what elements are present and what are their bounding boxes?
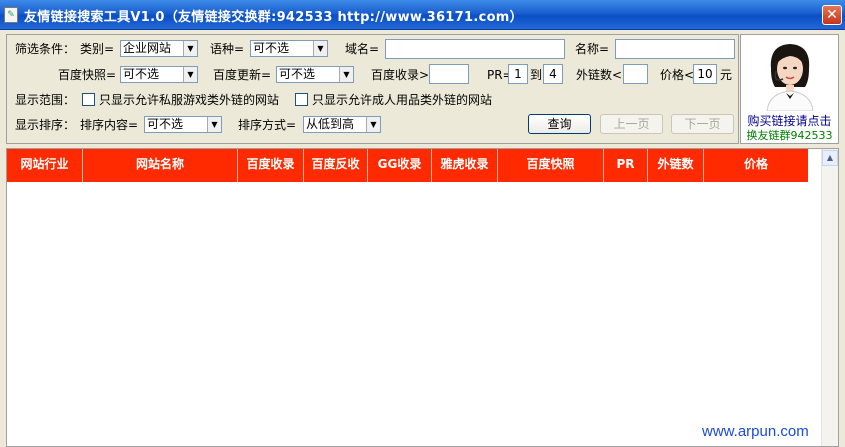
title-bar: ✎ 友情链接搜索工具V1.0（友情链接交换群:942533 http://www… [0,0,845,30]
results-table[interactable]: 网站行业 网站名称 百度收录 百度反收 GG收录 雅虎收录 百度快照 PR 外链… [6,148,839,447]
query-button[interactable]: 查询 [528,114,591,134]
column-header[interactable]: 雅虎收录 [432,149,498,182]
column-header[interactable]: 网站名称 [83,149,238,182]
next-page-button[interactable]: 下一页 [671,114,734,134]
price-unit-label: 元 [720,68,733,82]
snapshot-select-value: 可不选 [123,67,160,81]
price-input[interactable]: 10 [693,64,717,84]
pr-min-input[interactable]: 1 [508,64,528,84]
update-select-value: 可不选 [279,67,316,81]
language-select-value: 可不选 [253,41,290,55]
chevron-down-icon: ▼ [207,117,221,132]
chevron-down-icon: ▼ [313,41,327,56]
column-header[interactable]: GG收录 [368,149,432,182]
price-label: 价格< [660,68,695,82]
sort-content-select[interactable]: 可不选 ▼ [144,116,222,133]
support-agent-avatar [766,44,814,111]
promo-group-text: 换友链群942533 [746,129,833,142]
watermark-text: www.arpun.com [702,423,809,440]
chevron-down-icon: ▼ [183,41,197,56]
chevron-down-icon: ▼ [183,67,197,82]
column-header[interactable]: 网站行业 [7,149,83,182]
scope-label: 显示范围： [15,93,76,107]
name-label: 名称= [575,42,610,56]
domain-label: 域名= [345,42,380,56]
column-header[interactable]: 百度反收 [304,149,368,182]
window-title: 友情链接搜索工具V1.0（友情链接交换群:942533 http://www.3… [24,10,523,25]
table-header: 网站行业 网站名称 百度收录 百度反收 GG收录 雅虎收录 百度快照 PR 外链… [7,149,808,182]
snapshot-select[interactable]: 可不选 ▼ [120,66,198,83]
indexed-label: 百度收录> [371,68,430,82]
category-select-value: 企业网站 [123,41,172,55]
column-header[interactable]: 百度快照 [498,149,604,182]
pr-max-input[interactable]: 4 [543,64,563,84]
sort-content-select-value: 可不选 [147,117,184,131]
scope-private-game-label: 只显示允许私服游戏类外链的网站 [99,93,280,107]
close-button[interactable]: ✕ [822,5,842,25]
pr-to-label: 到 [530,68,543,82]
column-header[interactable]: 百度收录 [238,149,304,182]
column-header[interactable]: 外链数 [648,149,704,182]
column-header[interactable]: 价格 [704,149,808,182]
promo-panel[interactable]: 购买链接请点击 换友链群942533 [740,34,839,144]
sort-method-label: 排序方式= [238,118,297,132]
vertical-scrollbar[interactable]: ▲ [821,149,838,446]
update-select[interactable]: 可不选 ▼ [276,66,354,83]
conditions-label: 筛选条件： [15,42,76,56]
update-label: 百度更新= [213,68,272,82]
language-label: 语种= [210,42,245,56]
outlinks-input[interactable] [623,64,648,84]
scope-adult-products-checkbox[interactable] [295,93,308,106]
scope-adult-products-label: 只显示允许成人用品类外链的网站 [312,93,493,107]
snapshot-label: 百度快照= [58,68,117,82]
prev-page-button[interactable]: 上一页 [600,114,663,134]
outlinks-label: 外链数< [576,68,623,82]
category-select[interactable]: 企业网站 ▼ [120,40,198,57]
domain-input[interactable] [385,39,565,59]
language-select[interactable]: 可不选 ▼ [250,40,328,57]
indexed-input[interactable] [429,64,469,84]
scope-private-game-checkbox[interactable] [82,93,95,106]
name-input[interactable] [615,39,735,59]
category-label: 类别= [80,42,115,56]
sort-method-select[interactable]: 从低到高 ▼ [303,116,381,133]
chevron-down-icon: ▼ [339,67,353,82]
filter-panel: 筛选条件： 类别= 企业网站 ▼ 语种= 可不选 ▼ 域名= 名称= 百度快照=… [6,34,739,144]
column-header[interactable]: PR [604,149,648,182]
sort-method-select-value: 从低到高 [306,117,355,131]
chevron-down-icon: ▼ [366,117,380,132]
app-icon: ✎ [4,7,18,23]
scroll-up-arrow-icon[interactable]: ▲ [822,150,838,166]
sort-content-label: 排序内容= [80,118,139,132]
sort-label: 显示排序： [15,118,76,132]
